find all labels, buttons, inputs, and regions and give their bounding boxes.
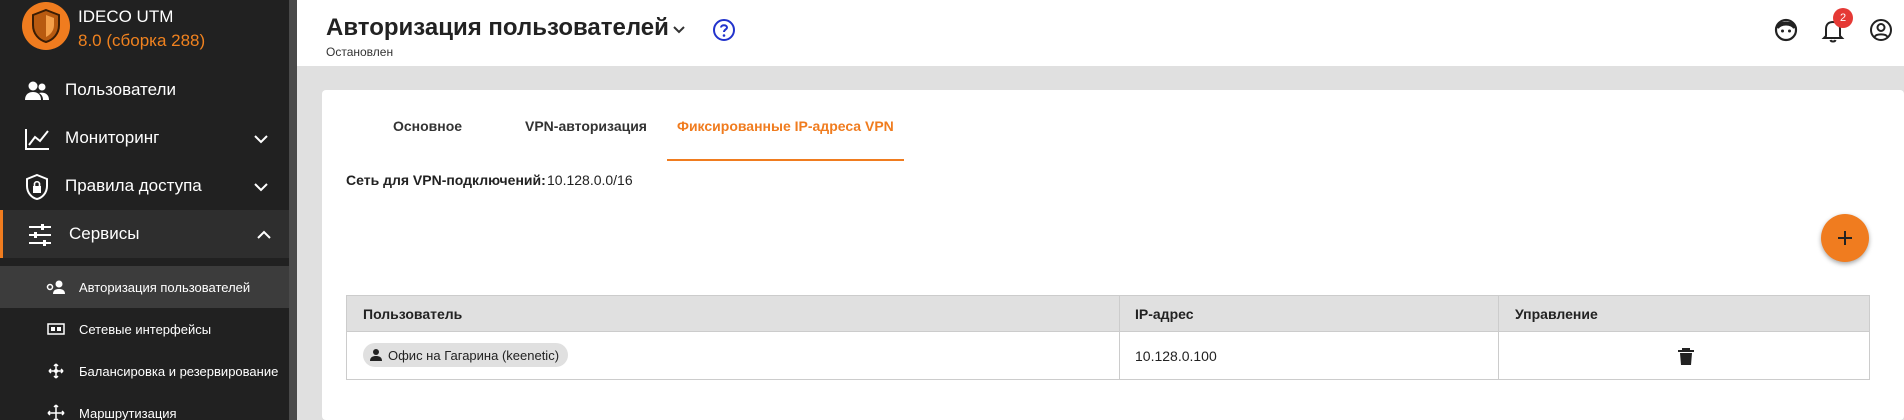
page-title: Авторизация пользователей bbox=[326, 14, 669, 41]
monitoring-chart-icon bbox=[24, 126, 50, 152]
tab-vpn-auth[interactable]: VPN-авторизация bbox=[525, 118, 647, 162]
sidebar-item-label: Сервисы bbox=[69, 224, 140, 243]
sidebar-item-label: Пользователи bbox=[65, 80, 176, 99]
user-auth-icon bbox=[46, 278, 66, 296]
page-header: Авторизация пользователей Остановлен bbox=[297, 0, 1904, 66]
tab-fixed-vpn-ips[interactable]: Фиксированные IP-адреса VPN bbox=[677, 118, 894, 162]
brand-version: 8.0 (сборка 288) bbox=[78, 31, 206, 50]
account-icon[interactable] bbox=[1868, 17, 1894, 43]
fixed-ip-table: Пользователь IP-адрес Управление Офис на… bbox=[346, 295, 1870, 380]
plus-icon bbox=[1838, 231, 1852, 245]
table-header: Пользователь IP-адрес Управление bbox=[347, 296, 1869, 332]
brand: IDECO UTM 8.0 (сборка 288) bbox=[0, 0, 289, 58]
user-chip-label: Офис на Гагарина (keenetic) bbox=[388, 347, 560, 363]
sidebar-item-access-rules[interactable]: Правила доступа bbox=[0, 162, 289, 210]
brand-name: IDECO UTM bbox=[78, 7, 174, 26]
column-header-ip[interactable]: IP-адрес bbox=[1135, 296, 1194, 332]
sidebar-item-monitoring[interactable]: Мониторинг bbox=[0, 114, 289, 162]
sidebar-subitem-user-auth[interactable]: Авторизация пользователей bbox=[0, 266, 289, 308]
sidebar-subitem-balancing[interactable]: Балансировка и резервирование bbox=[0, 350, 289, 392]
sidebar-item-users[interactable]: Пользователи bbox=[0, 66, 289, 114]
users-icon bbox=[24, 78, 50, 104]
chevron-down-icon bbox=[254, 135, 268, 144]
user-chip[interactable]: Офис на Гагарина (keenetic) bbox=[363, 343, 569, 367]
table-row: Офис на Гагарина (keenetic) 10.128.0.100 bbox=[347, 333, 1869, 379]
add-button[interactable] bbox=[1821, 214, 1869, 262]
sidebar-subitem-routing[interactable]: Маршрутизация bbox=[0, 392, 289, 420]
vpn-network-value: 10.128.0.0/16 bbox=[547, 172, 633, 188]
sidebar: IDECO UTM 8.0 (сборка 288) Пользователи … bbox=[0, 0, 289, 420]
network-interface-icon bbox=[46, 320, 66, 338]
vpn-network-label: Сеть для VPN-подключений: bbox=[346, 172, 546, 188]
tab-general[interactable]: Основное bbox=[393, 118, 462, 162]
sidebar-item-label: Правила доступа bbox=[65, 176, 202, 195]
sidebar-subitem-label: Сетевые интерфейсы bbox=[79, 321, 212, 337]
chevron-up-icon bbox=[257, 230, 271, 239]
notification-badge: 2 bbox=[1833, 8, 1853, 28]
column-header-actions: Управление bbox=[1515, 306, 1598, 322]
sidebar-subitem-label: Маршрутизация bbox=[79, 405, 177, 420]
sidebar-scroll-edge bbox=[289, 0, 297, 420]
sliders-icon bbox=[27, 222, 53, 248]
chevron-down-icon bbox=[254, 183, 268, 192]
support-face-icon[interactable] bbox=[1773, 17, 1799, 43]
sidebar-item-label: Мониторинг bbox=[65, 128, 160, 147]
sidebar-subitem-label: Авторизация пользователей bbox=[79, 279, 251, 295]
sidebar-subitem-label: Балансировка и резервирование bbox=[79, 363, 279, 379]
shield-lock-icon bbox=[24, 174, 50, 200]
help-icon[interactable] bbox=[712, 18, 736, 42]
balancing-icon bbox=[46, 362, 66, 380]
person-icon bbox=[370, 349, 382, 361]
sidebar-subitem-network-interfaces[interactable]: Сетевые интерфейсы bbox=[0, 308, 289, 350]
ip-address-cell: 10.128.0.100 bbox=[1135, 348, 1217, 364]
column-header-user[interactable]: Пользователь bbox=[363, 296, 462, 332]
active-tab-indicator bbox=[667, 159, 904, 161]
status-text: Остановлен bbox=[326, 45, 394, 59]
delete-icon[interactable] bbox=[1676, 346, 1696, 366]
chevron-down-icon[interactable] bbox=[669, 19, 689, 39]
routing-icon bbox=[46, 404, 66, 420]
sidebar-item-services[interactable]: Сервисы bbox=[0, 210, 289, 258]
logo-icon bbox=[22, 2, 70, 50]
